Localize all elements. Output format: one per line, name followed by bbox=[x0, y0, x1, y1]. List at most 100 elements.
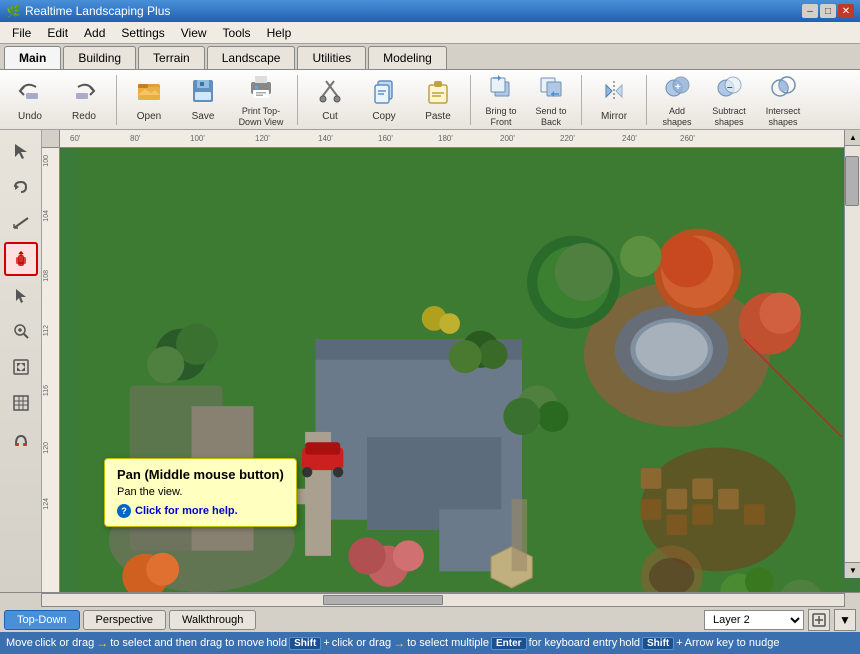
save-button[interactable]: Save bbox=[177, 73, 229, 127]
menu-file[interactable]: File bbox=[4, 24, 39, 42]
horizontal-ruler: 60' 80' 100' 120' 140' 160' 180' 200' 22… bbox=[60, 130, 860, 148]
open-button[interactable]: Open bbox=[123, 73, 175, 127]
cut-button[interactable]: Cut bbox=[304, 73, 356, 127]
status-arrow-1: → bbox=[96, 636, 108, 650]
landscape-view[interactable]: Pan (Middle mouse button) Pan the view. … bbox=[60, 148, 860, 592]
tab-terrain[interactable]: Terrain bbox=[138, 46, 205, 69]
hscroll-thumb[interactable] bbox=[323, 595, 443, 605]
mirror-button[interactable]: Mirror bbox=[588, 73, 640, 127]
scroll-thumb[interactable] bbox=[845, 156, 859, 206]
save-label: Save bbox=[192, 111, 215, 123]
measure-tool[interactable] bbox=[4, 206, 38, 240]
toolbar: Undo Redo Open bbox=[0, 70, 860, 130]
zoom-tool[interactable] bbox=[4, 314, 38, 348]
sep4 bbox=[581, 75, 582, 125]
cursor-tool[interactable] bbox=[4, 278, 38, 312]
hscroll-track bbox=[42, 593, 844, 606]
status-hold-2: hold bbox=[619, 637, 640, 649]
mirror-icon bbox=[600, 77, 628, 109]
status-arrow-nudge: Arrow key to nudge bbox=[685, 637, 780, 649]
tab-landscape[interactable]: Landscape bbox=[207, 46, 296, 69]
help-icon: ? bbox=[117, 504, 131, 518]
tab-utilities[interactable]: Utilities bbox=[297, 46, 366, 69]
tab-main[interactable]: Main bbox=[4, 46, 61, 69]
scroll-up-button[interactable]: ▲ bbox=[845, 130, 860, 146]
help-text[interactable]: Click for more help. bbox=[135, 505, 238, 517]
send-back-button[interactable]: Send to Back bbox=[527, 73, 575, 127]
intersect-shapes-label: Intersect shapes bbox=[760, 106, 806, 128]
redo-icon bbox=[70, 77, 98, 109]
status-arrow-2: → bbox=[393, 636, 405, 650]
tooltip-title: Pan (Middle mouse button) bbox=[117, 467, 284, 482]
undo-tool[interactable] bbox=[4, 170, 38, 204]
sep5 bbox=[646, 75, 647, 125]
tab-modeling[interactable]: Modeling bbox=[368, 46, 447, 69]
menu-add[interactable]: Add bbox=[76, 24, 113, 42]
pan-tool[interactable] bbox=[4, 242, 38, 276]
status-enter-key: Enter bbox=[491, 637, 527, 650]
horizontal-scrollbar[interactable] bbox=[0, 592, 860, 606]
add-shapes-button[interactable]: + Add shapes bbox=[653, 73, 701, 127]
tab-building[interactable]: Building bbox=[63, 46, 136, 69]
scroll-corner-left bbox=[0, 593, 42, 607]
view-tab-walkthrough[interactable]: Walkthrough bbox=[169, 610, 256, 630]
fit-tool[interactable] bbox=[4, 350, 38, 384]
scroll-down-button[interactable]: ▼ bbox=[845, 562, 860, 578]
add-shapes-label: Add shapes bbox=[656, 106, 698, 128]
status-move: Move bbox=[6, 637, 33, 649]
intersect-shapes-icon bbox=[769, 72, 797, 104]
magnet-tool[interactable] bbox=[4, 422, 38, 456]
layer-controls: Layer 1 Layer 2 Layer 3 ▼ bbox=[704, 609, 856, 631]
sep3 bbox=[470, 75, 471, 125]
status-plus-1: + bbox=[323, 637, 329, 649]
status-hold-1: hold bbox=[266, 637, 287, 649]
paste-button[interactable]: Paste bbox=[412, 73, 464, 127]
view-tab-perspective[interactable]: Perspective bbox=[83, 610, 166, 630]
select-tool[interactable] bbox=[4, 134, 38, 168]
paste-label: Paste bbox=[425, 111, 451, 123]
mirror-label: Mirror bbox=[601, 111, 627, 123]
redo-button[interactable]: Redo bbox=[58, 73, 110, 127]
status-select-multiple: to select multiple bbox=[407, 637, 489, 649]
menu-settings[interactable]: Settings bbox=[113, 24, 172, 42]
undo-button[interactable]: Undo bbox=[4, 73, 56, 127]
pan-tooltip: Pan (Middle mouse button) Pan the view. … bbox=[104, 458, 297, 527]
open-icon bbox=[135, 77, 163, 109]
grid-tool[interactable] bbox=[4, 386, 38, 420]
canvas-area[interactable]: 60' 80' 100' 120' 140' 160' 180' 200' 22… bbox=[42, 130, 860, 592]
subtract-shapes-button[interactable]: – Subtract shapes bbox=[703, 73, 755, 127]
save-icon bbox=[189, 77, 217, 109]
bring-front-button[interactable]: Bring to Front bbox=[477, 73, 525, 127]
layer-edit-button[interactable] bbox=[808, 609, 830, 631]
svg-text:–: – bbox=[727, 82, 733, 93]
menu-help[interactable]: Help bbox=[259, 24, 300, 42]
close-button[interactable]: ✕ bbox=[838, 4, 854, 18]
copy-label: Copy bbox=[372, 111, 395, 123]
view-tab-topdown[interactable]: Top-Down bbox=[4, 610, 80, 630]
layer-down-button[interactable]: ▼ bbox=[834, 609, 856, 631]
print-button[interactable]: Print Top-Down View bbox=[231, 73, 291, 127]
layer-dropdown[interactable]: Layer 1 Layer 2 Layer 3 bbox=[704, 610, 804, 630]
menu-tools[interactable]: Tools bbox=[215, 24, 259, 42]
print-icon bbox=[247, 72, 275, 104]
scroll-track bbox=[845, 146, 860, 562]
copy-button[interactable]: Copy bbox=[358, 73, 410, 127]
maximize-button[interactable]: □ bbox=[820, 4, 836, 18]
status-click-drag-2: click or drag bbox=[332, 637, 391, 649]
minimize-button[interactable]: – bbox=[802, 4, 818, 18]
vertical-ruler: 100 104 108 112 116 120 124 bbox=[42, 130, 60, 592]
undo-icon bbox=[16, 77, 44, 109]
add-shapes-icon: + bbox=[663, 72, 691, 104]
menu-edit[interactable]: Edit bbox=[39, 24, 76, 42]
status-shift-key-2: Shift bbox=[642, 637, 674, 650]
vertical-scrollbar[interactable]: ▲ ▼ bbox=[844, 130, 860, 578]
app-title: Realtime Landscaping Plus bbox=[25, 4, 170, 18]
sep1 bbox=[116, 75, 117, 125]
print-label: Print Top-Down View bbox=[234, 106, 288, 128]
menu-view[interactable]: View bbox=[173, 24, 215, 42]
main-area: 60' 80' 100' 120' 140' 160' 180' 200' 22… bbox=[0, 130, 860, 592]
tooltip-help[interactable]: ? Click for more help. bbox=[117, 504, 284, 518]
status-select-move: to select and then drag to move bbox=[110, 637, 264, 649]
intersect-shapes-button[interactable]: Intersect shapes bbox=[757, 73, 809, 127]
left-toolbar bbox=[0, 130, 42, 592]
